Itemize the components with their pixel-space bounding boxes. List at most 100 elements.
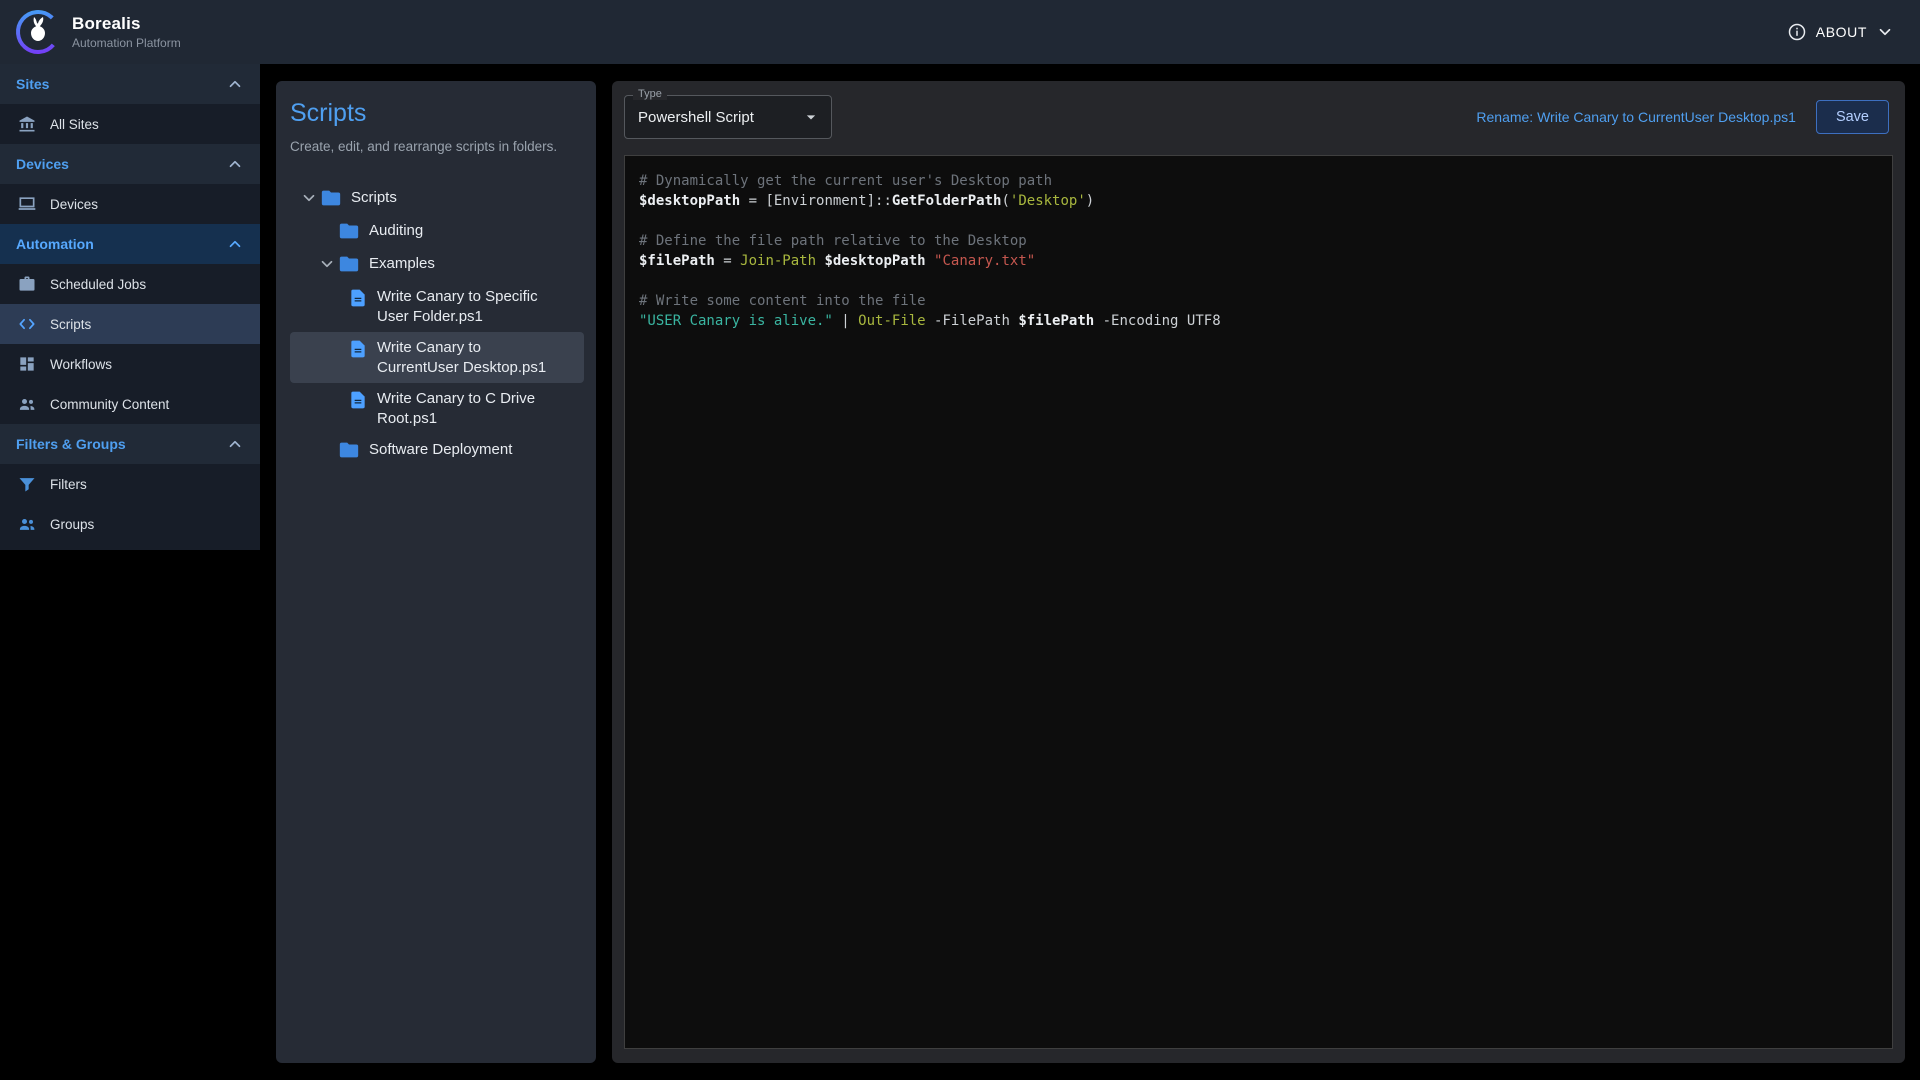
code-token: | (833, 313, 858, 329)
sidebar-section-sites[interactable]: Sites (0, 64, 260, 104)
file-icon (348, 288, 368, 308)
panel-title: Scripts (290, 99, 584, 128)
code-token: = (715, 253, 740, 269)
nav-item-label: Scripts (50, 317, 91, 332)
type-select-wrap: Powershell Script Type (624, 95, 832, 139)
code-line: "USER Canary is alive." | Out-File -File… (639, 311, 1878, 331)
folder-icon (338, 439, 360, 461)
brand-subtitle: Automation Platform (72, 36, 181, 50)
chevron-down-icon (300, 189, 318, 207)
rename-link[interactable]: Rename: Write Canary to CurrentUser Desk… (1476, 109, 1796, 125)
chevron-down-icon (1876, 23, 1894, 41)
code-line: $filePath = Join-Path $desktopPath "Cana… (639, 251, 1878, 271)
nav-item-label: Community Content (50, 397, 169, 412)
code-token (926, 253, 934, 269)
code-token: # Define the file path relative to the D… (639, 233, 1027, 249)
section-label: Automation (16, 236, 94, 252)
section-label: Filters & Groups (16, 436, 126, 452)
sidebar-item-workflows[interactable]: Workflows (0, 344, 260, 384)
code-token: 'Desktop' (1010, 193, 1086, 209)
about-menu[interactable]: ABOUT (1787, 22, 1894, 42)
code-token: Join-Path (740, 253, 816, 269)
code-line: # Define the file path relative to the D… (639, 231, 1878, 251)
workflow-grid-icon (17, 354, 37, 374)
dropdown-caret-icon (801, 107, 821, 127)
code-token: $desktopPath (639, 193, 740, 209)
tree-folder-scripts[interactable]: Scripts (290, 182, 584, 215)
nav-item-label: Scheduled Jobs (50, 277, 146, 292)
sidebar-item-community-content[interactable]: Community Content (0, 384, 260, 424)
code-token: "Canary.txt" (934, 253, 1035, 269)
nav-item-label: Workflows (50, 357, 112, 372)
sidebar-item-devices[interactable]: Devices (0, 184, 260, 224)
tree-file-write-canary-c-drive-root[interactable]: Write Canary to C Drive Root.ps1 (290, 383, 584, 434)
code-line (639, 271, 1878, 291)
code-line (639, 211, 1878, 231)
code-token: "USER Canary is alive." (639, 313, 833, 329)
code-token: $desktopPath (824, 253, 925, 269)
editor-header: Powershell Script Type Rename: Write Can… (612, 81, 1905, 143)
tree-label: Write Canary to C Drive Root.ps1 (377, 389, 562, 428)
scripts-panel: Scripts Create, edit, and rearrange scri… (276, 81, 596, 1063)
chevron-up-icon (226, 75, 244, 93)
tree-label: Write Canary to Specific User Folder.ps1 (377, 287, 562, 326)
section-label: Sites (16, 76, 49, 92)
tree-file-write-canary-specific-user[interactable]: Write Canary to Specific User Folder.ps1 (290, 281, 584, 332)
tree-folder-software-deployment[interactable]: Software Deployment (290, 434, 584, 467)
sidebar-item-all-sites[interactable]: All Sites (0, 104, 260, 144)
code-line: $desktopPath = [Environment]::GetFolderP… (639, 191, 1878, 211)
code-token: Out-File (858, 313, 925, 329)
sidebar-section-devices[interactable]: Devices (0, 144, 260, 184)
brand-name: Borealis (72, 14, 181, 34)
tree-folder-auditing[interactable]: Auditing (290, 215, 584, 248)
sidebar-item-groups[interactable]: Groups (0, 504, 260, 544)
tree-file-write-canary-currentuser-desktop[interactable]: Write Canary to CurrentUser Desktop.ps1 (290, 332, 584, 383)
chevron-up-icon (226, 155, 244, 173)
nav-item-label: Devices (50, 197, 98, 212)
code-token: GetFolderPath (892, 193, 1002, 209)
script-type-select[interactable]: Powershell Script (624, 95, 832, 139)
tree-label: Examples (369, 254, 435, 274)
sidebar-item-scripts[interactable]: Scripts (0, 304, 260, 344)
tree-folder-examples[interactable]: Examples (290, 248, 584, 281)
folder-icon (338, 220, 360, 242)
folder-icon (338, 253, 360, 275)
tree-label: Auditing (369, 221, 423, 241)
folder-icon (320, 187, 342, 209)
devices-icon (17, 194, 37, 214)
about-label: ABOUT (1816, 24, 1867, 40)
funnel-icon (17, 474, 37, 494)
people-icon (17, 394, 37, 414)
nav-item-label: Filters (50, 477, 87, 492)
nav-item-label: Groups (50, 517, 94, 532)
code-token: # Write some content into the file (639, 293, 926, 309)
info-icon (1787, 22, 1807, 42)
sidebar-section-automation[interactable]: Automation (0, 224, 260, 264)
sidebar-item-filters[interactable]: Filters (0, 464, 260, 504)
code-token: = (740, 193, 765, 209)
scripts-tree: Scripts Auditing Examples Write Canary t… (290, 182, 584, 467)
code-line: # Write some content into the file (639, 291, 1878, 311)
file-icon (348, 339, 368, 359)
chevron-up-icon (226, 435, 244, 453)
save-button[interactable]: Save (1816, 100, 1889, 134)
code-token: -FilePath (926, 313, 1019, 329)
borealis-logo (14, 8, 62, 56)
code-token: ) (1086, 193, 1094, 209)
tree-label: Scripts (351, 188, 397, 208)
nav-item-label: All Sites (50, 117, 99, 132)
editor-header-actions: Rename: Write Canary to CurrentUser Desk… (1476, 100, 1889, 134)
chevron-up-icon (226, 235, 244, 253)
sidebar-item-scheduled-jobs[interactable]: Scheduled Jobs (0, 264, 260, 304)
people-icon (17, 514, 37, 534)
code-token: $filePath (639, 253, 715, 269)
topbar: Borealis Automation Platform ABOUT (0, 0, 1920, 64)
sidebar-section-filters-groups[interactable]: Filters & Groups (0, 424, 260, 464)
code-token: -Encoding UTF8 (1094, 313, 1220, 329)
chevron-down-icon (318, 255, 336, 273)
code-editor[interactable]: # Dynamically get the current user's Des… (624, 155, 1893, 1049)
type-select-value: Powershell Script (638, 109, 754, 126)
code-token: # Dynamically get the current user's Des… (639, 173, 1052, 189)
code-token: $filePath (1018, 313, 1094, 329)
editor-panel: Powershell Script Type Rename: Write Can… (612, 81, 1905, 1063)
